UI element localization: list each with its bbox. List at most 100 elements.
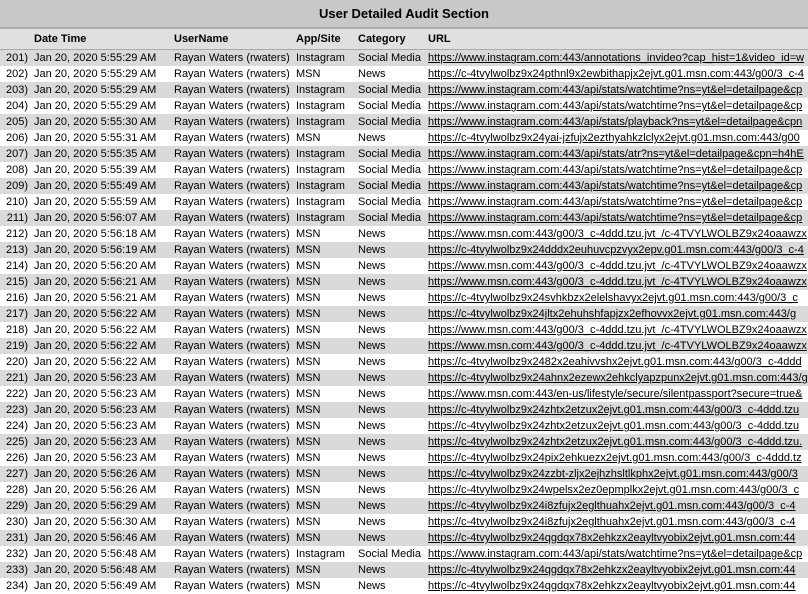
table-row[interactable]: 231)Jan 20, 2020 5:56:46 AMRayan Waters … [0,530,808,546]
table-row[interactable]: 210)Jan 20, 2020 5:55:59 AMRayan Waters … [0,194,808,210]
cell-category: News [354,514,424,530]
cell-username: Rayan Waters (rwaters) [170,402,292,418]
cell-datetime: Jan 20, 2020 5:55:29 AM [30,50,170,67]
cell-category: News [354,450,424,466]
cell-url: https://www.msn.com:443/g00/3_c-4ddd.tzu… [424,338,808,354]
cell-category: News [354,306,424,322]
table-row[interactable]: 233)Jan 20, 2020 5:56:48 AMRayan Waters … [0,562,808,578]
cell-rownum: 220) [0,354,30,370]
cell-category: News [354,418,424,434]
cell-username: Rayan Waters (rwaters) [170,322,292,338]
table-row[interactable]: 229)Jan 20, 2020 5:56:29 AMRayan Waters … [0,498,808,514]
cell-category: Social Media [354,98,424,114]
table-row[interactable]: 217)Jan 20, 2020 5:56:22 AMRayan Waters … [0,306,808,322]
cell-appsite: Instagram [292,114,354,130]
cell-category: News [354,578,424,594]
table-row[interactable]: 206)Jan 20, 2020 5:55:31 AMRayan Waters … [0,130,808,146]
table-row[interactable]: 227)Jan 20, 2020 5:56:26 AMRayan Waters … [0,466,808,482]
col-num [0,29,30,50]
cell-username: Rayan Waters (rwaters) [170,338,292,354]
cell-datetime: Jan 20, 2020 5:56:48 AM [30,562,170,578]
cell-rownum: 210) [0,194,30,210]
cell-datetime: Jan 20, 2020 5:55:29 AM [30,82,170,98]
table-row[interactable]: 204)Jan 20, 2020 5:55:29 AMRayan Waters … [0,98,808,114]
table-row[interactable]: 230)Jan 20, 2020 5:56:30 AMRayan Waters … [0,514,808,530]
col-category[interactable]: Category [354,29,424,50]
table-row[interactable]: 232)Jan 20, 2020 5:56:48 AMRayan Waters … [0,546,808,562]
table-row[interactable]: 225)Jan 20, 2020 5:56:23 AMRayan Waters … [0,434,808,450]
cell-username: Rayan Waters (rwaters) [170,418,292,434]
cell-username: Rayan Waters (rwaters) [170,306,292,322]
table-row[interactable]: 220)Jan 20, 2020 5:56:22 AMRayan Waters … [0,354,808,370]
col-datetime[interactable]: Date Time [30,29,170,50]
cell-rownum: 213) [0,242,30,258]
cell-datetime: Jan 20, 2020 5:56:22 AM [30,354,170,370]
table-row[interactable]: 209)Jan 20, 2020 5:55:49 AMRayan Waters … [0,178,808,194]
cell-rownum: 216) [0,290,30,306]
cell-category: Social Media [354,546,424,562]
table-row[interactable]: 205)Jan 20, 2020 5:55:30 AMRayan Waters … [0,114,808,130]
col-url[interactable]: URL [424,29,808,50]
cell-category: News [354,370,424,386]
table-row[interactable]: 223)Jan 20, 2020 5:56:23 AMRayan Waters … [0,402,808,418]
table-row[interactable]: 222)Jan 20, 2020 5:56:23 AMRayan Waters … [0,386,808,402]
cell-url: https://c-4tvylwolbz9x24i8zfujx2eglthuah… [424,514,808,530]
table-row[interactable]: 213)Jan 20, 2020 5:56:19 AMRayan Waters … [0,242,808,258]
cell-username: Rayan Waters (rwaters) [170,162,292,178]
cell-category: Social Media [354,82,424,98]
cell-rownum: 212) [0,226,30,242]
cell-appsite: MSN [292,578,354,594]
table-row[interactable]: 202)Jan 20, 2020 5:55:29 AMRayan Waters … [0,66,808,82]
cell-url: https://c-4tvylwolbz9x24zzbt-zljx2ejhzhs… [424,466,808,482]
table-row[interactable]: 212)Jan 20, 2020 5:56:18 AMRayan Waters … [0,226,808,242]
table-row[interactable]: 218)Jan 20, 2020 5:56:22 AMRayan Waters … [0,322,808,338]
cell-datetime: Jan 20, 2020 5:56:23 AM [30,402,170,418]
cell-url: https://c-4tvylwolbz9x24qgdqx78x2ehkzx2e… [424,578,808,594]
cell-datetime: Jan 20, 2020 5:56:22 AM [30,338,170,354]
col-appsite[interactable]: App/Site [292,29,354,50]
table-row[interactable]: 226)Jan 20, 2020 5:56:23 AMRayan Waters … [0,450,808,466]
cell-appsite: Instagram [292,82,354,98]
cell-username: Rayan Waters (rwaters) [170,258,292,274]
cell-url: https://www.msn.com:443/g00/3_c-4ddd.tzu… [424,274,808,290]
cell-appsite: Instagram [292,50,354,67]
col-username[interactable]: UserName [170,29,292,50]
cell-url: https://www.instagram.com:443/api/stats/… [424,194,808,210]
cell-datetime: Jan 20, 2020 5:56:49 AM [30,578,170,594]
table-row[interactable]: 211)Jan 20, 2020 5:56:07 AMRayan Waters … [0,210,808,226]
table-row[interactable]: 216)Jan 20, 2020 5:56:21 AMRayan Waters … [0,290,808,306]
table-row[interactable]: 228)Jan 20, 2020 5:56:26 AMRayan Waters … [0,482,808,498]
cell-appsite: MSN [292,258,354,274]
table-row[interactable]: 207)Jan 20, 2020 5:55:35 AMRayan Waters … [0,146,808,162]
cell-username: Rayan Waters (rwaters) [170,546,292,562]
cell-url: https://c-4tvylwolbz9x24dddx2euhuvcpzvyx… [424,242,808,258]
cell-url: https://c-4tvylwolbz9x24yai-jzfujx2ezthy… [424,130,808,146]
cell-url: https://c-4tvylwolbz9x24zhtx2etzux2ejvt.… [424,434,808,450]
cell-url: https://www.instagram.com:443/api/stats/… [424,546,808,562]
table-row[interactable]: 219)Jan 20, 2020 5:56:22 AMRayan Waters … [0,338,808,354]
cell-datetime: Jan 20, 2020 5:56:26 AM [30,482,170,498]
cell-rownum: 219) [0,338,30,354]
cell-url: https://c-4tvylwolbz9x24qgdqx78x2ehkzx2e… [424,530,808,546]
cell-datetime: Jan 20, 2020 5:55:31 AM [30,130,170,146]
table-row[interactable]: 201)Jan 20, 2020 5:55:29 AMRayan Waters … [0,50,808,67]
table-row[interactable]: 214)Jan 20, 2020 5:56:20 AMRayan Waters … [0,258,808,274]
cell-category: News [354,402,424,418]
cell-rownum: 206) [0,130,30,146]
cell-rownum: 226) [0,450,30,466]
cell-rownum: 205) [0,114,30,130]
cell-category: Social Media [354,114,424,130]
table-row[interactable]: 234)Jan 20, 2020 5:56:49 AMRayan Waters … [0,578,808,594]
table-row[interactable]: 224)Jan 20, 2020 5:56:23 AMRayan Waters … [0,418,808,434]
cell-rownum: 214) [0,258,30,274]
table-row[interactable]: 215)Jan 20, 2020 5:56:21 AMRayan Waters … [0,274,808,290]
table-row[interactable]: 203)Jan 20, 2020 5:55:29 AMRayan Waters … [0,82,808,98]
cell-rownum: 203) [0,82,30,98]
cell-username: Rayan Waters (rwaters) [170,194,292,210]
cell-url: https://www.instagram.com:443/annotation… [424,50,808,67]
cell-url: https://c-4tvylwolbz9x2482x2eahivvshx2ej… [424,354,808,370]
table-row[interactable]: 221)Jan 20, 2020 5:56:23 AMRayan Waters … [0,370,808,386]
cell-url: https://www.instagram.com:443/api/stats/… [424,162,808,178]
cell-appsite: MSN [292,306,354,322]
table-row[interactable]: 208)Jan 20, 2020 5:55:39 AMRayan Waters … [0,162,808,178]
